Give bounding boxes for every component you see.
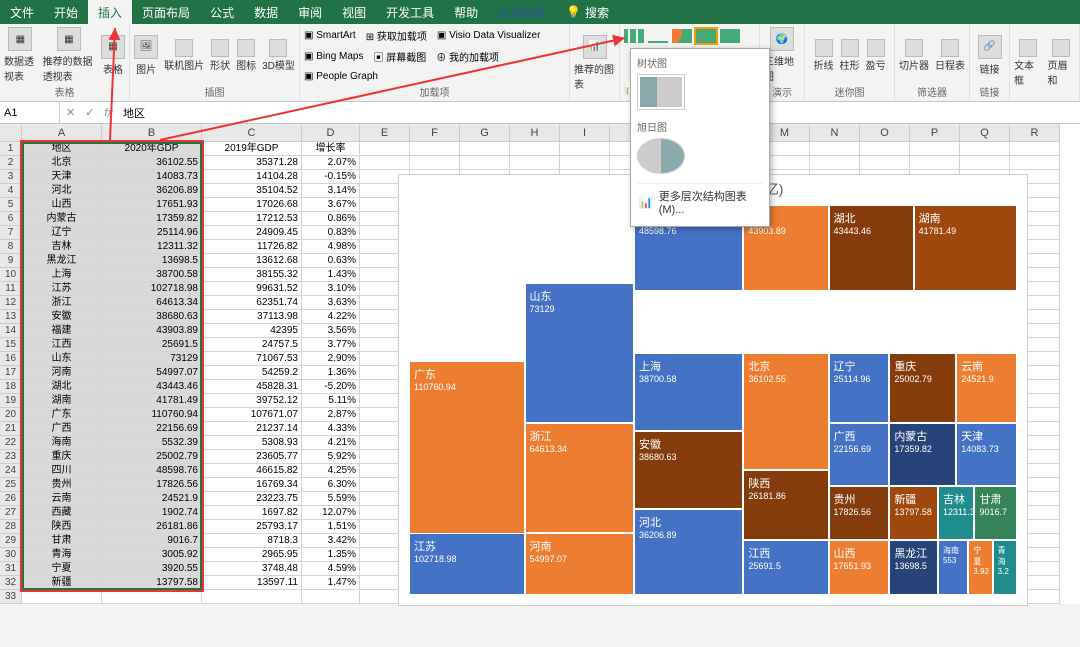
treemap-node[interactable]: 吉林12311.32 <box>938 486 974 541</box>
tab-baidu[interactable]: 百度网盘 <box>488 0 556 24</box>
table-button[interactable]: ▦表格 <box>101 35 125 76</box>
more-hierarchy-charts[interactable]: 📊更多层次结构图表(M)... <box>637 183 763 220</box>
treemap-node[interactable]: 湖南41781.49 <box>914 205 1017 291</box>
tab-home[interactable]: 开始 <box>44 0 88 24</box>
shapes-button[interactable]: 形状 <box>210 39 230 72</box>
confirm-icon[interactable]: ✓ <box>85 106 94 119</box>
spark-line-button[interactable]: 折线 <box>814 39 834 72</box>
dropdown-section-sunburst: 旭日图 <box>637 119 763 134</box>
treemap-node[interactable]: 云南24521.9 <box>956 353 1017 423</box>
treemap-node[interactable]: 重庆25002.79 <box>889 353 956 423</box>
formula-input[interactable]: 地区 <box>123 105 145 121</box>
3d-model-button[interactable]: 3D模型 <box>262 39 295 72</box>
dropdown-section-treemap: 树状图 <box>637 55 763 70</box>
smartart-button[interactable]: ▣ SmartArt <box>304 30 356 41</box>
slicer-button[interactable]: 切片器 <box>899 39 929 72</box>
header-footer-button[interactable]: 页眉和 <box>1048 39 1076 87</box>
people-graph-button[interactable]: ▣ People Graph <box>304 71 378 82</box>
visio-button[interactable]: ▣ Visio Data Visualizer <box>437 30 541 41</box>
rec-pivot-button[interactable]: ▦推荐的数据透视表 <box>43 27 95 83</box>
treemap-node[interactable]: 黑龙江13698.5 <box>889 540 938 595</box>
picture-button[interactable]: 🖼图片 <box>134 35 158 76</box>
name-box[interactable]: A1 <box>0 102 60 123</box>
treemap-node[interactable]: 上海38700.58 <box>634 353 743 431</box>
tab-help[interactable]: 帮助 <box>444 0 488 24</box>
treemap-node[interactable]: 辽宁25114.96 <box>829 353 890 423</box>
treemap-node[interactable]: 天津14083.73 <box>956 423 1017 485</box>
textbox-button[interactable]: 文本框 <box>1014 39 1042 87</box>
cancel-icon[interactable]: ✕ <box>66 106 75 119</box>
tab-layout[interactable]: 页面布局 <box>132 0 200 24</box>
icons-button[interactable]: 图标 <box>236 39 256 72</box>
treemap-node[interactable]: 湖北43443.46 <box>829 205 914 291</box>
hierarchy-chart-icon[interactable] <box>696 29 716 43</box>
rec-charts-button[interactable]: 📊推荐的图表 <box>574 35 615 91</box>
my-addons-button[interactable]: ⊕ 我的加载项 <box>436 49 499 64</box>
treemap-node[interactable]: 宁 夏 3.92 <box>968 540 992 595</box>
treemap-node[interactable]: 河南54997.07 <box>525 533 634 595</box>
treemap-node[interactable]: 安徽38680.63 <box>634 431 743 509</box>
get-addons-button[interactable]: ⊞ 获取加载项 <box>366 28 427 43</box>
treemap-node[interactable]: 浙江64613.34 <box>525 423 634 532</box>
pivot-table-button[interactable]: ▦数据透视表 <box>4 27 37 83</box>
pie-chart-icon[interactable] <box>672 29 692 43</box>
treemap-chart[interactable]: 202 (单位:亿) 广东110760.94江苏102718.98山东73129… <box>398 174 1028 606</box>
bar-chart-icon[interactable] <box>624 29 644 43</box>
treemap-thumb[interactable] <box>637 74 685 110</box>
treemap-node[interactable]: 贵州17826.56 <box>829 486 890 541</box>
treemap-node[interactable]: 山东73129 <box>525 283 634 423</box>
online-pic-button[interactable]: 联机图片 <box>164 39 204 72</box>
tab-search[interactable]: 💡搜索 <box>556 0 619 24</box>
treemap-node[interactable]: 海南 553 <box>938 540 968 595</box>
fx-icon[interactable]: fx <box>104 107 113 119</box>
bing-maps-button[interactable]: ▣ Bing Maps <box>304 51 363 62</box>
stat-chart-icon[interactable] <box>720 29 740 43</box>
treemap-node[interactable]: 内蒙古17359.82 <box>889 423 956 485</box>
screenshot-button[interactable]: ▣ 屏幕截图 <box>373 49 426 64</box>
tab-dev[interactable]: 开发工具 <box>376 0 444 24</box>
menu-tabs: 文件 开始 插入 页面布局 公式 数据 审阅 视图 开发工具 帮助 百度网盘 💡… <box>0 0 1080 24</box>
tab-review[interactable]: 审阅 <box>288 0 332 24</box>
timeline-button[interactable]: 日程表 <box>935 39 965 72</box>
spark-wl-button[interactable]: 盈亏 <box>866 39 886 72</box>
treemap-node[interactable]: 广西22156.69 <box>829 423 890 485</box>
tab-formula[interactable]: 公式 <box>200 0 244 24</box>
tab-insert[interactable]: 插入 <box>88 0 132 24</box>
formula-bar: A1 ✕ ✓ fx 地区 <box>0 102 1080 124</box>
treemap-node[interactable]: 新疆13797.58 <box>889 486 938 541</box>
treemap-node[interactable]: 陕西26181.86 <box>743 470 828 540</box>
treemap-node[interactable]: 河北36206.89 <box>634 509 743 595</box>
group-label-addons: 加载项 <box>420 84 450 99</box>
ribbon: ▦数据透视表 ▦推荐的数据透视表 ▦表格 表格 🖼图片 联机图片 形状 图标 3… <box>0 24 1080 102</box>
spark-col-button[interactable]: 柱形 <box>840 39 860 72</box>
group-label-tables: 表格 <box>55 84 75 99</box>
treemap-node[interactable]: 江苏102718.98 <box>409 533 525 595</box>
link-button[interactable]: 🔗链接 <box>978 35 1002 76</box>
treemap-node[interactable]: 甘肃9016.7 <box>974 486 1017 541</box>
group-label-illus: 插图 <box>205 84 225 99</box>
treemap-area: 广东110760.94江苏102718.98山东73129浙江64613.34河… <box>409 205 1017 595</box>
treemap-node[interactable]: 江西25691.5 <box>743 540 828 595</box>
treemap-node[interactable]: 北京36102.55 <box>743 353 828 470</box>
treemap-node[interactable]: 青 海 3.2 <box>993 540 1017 595</box>
tab-file[interactable]: 文件 <box>0 0 44 24</box>
search-icon: 💡 <box>566 5 581 19</box>
line-chart-icon[interactable] <box>648 29 668 43</box>
hierarchy-chart-dropdown: 树状图 旭日图 📊更多层次结构图表(M)... <box>630 48 770 227</box>
tab-data[interactable]: 数据 <box>244 0 288 24</box>
treemap-node[interactable]: 山西17651.93 <box>829 540 890 595</box>
tab-view[interactable]: 视图 <box>332 0 376 24</box>
sunburst-thumb[interactable] <box>637 138 685 174</box>
chart-icon: 📊 <box>639 196 653 209</box>
